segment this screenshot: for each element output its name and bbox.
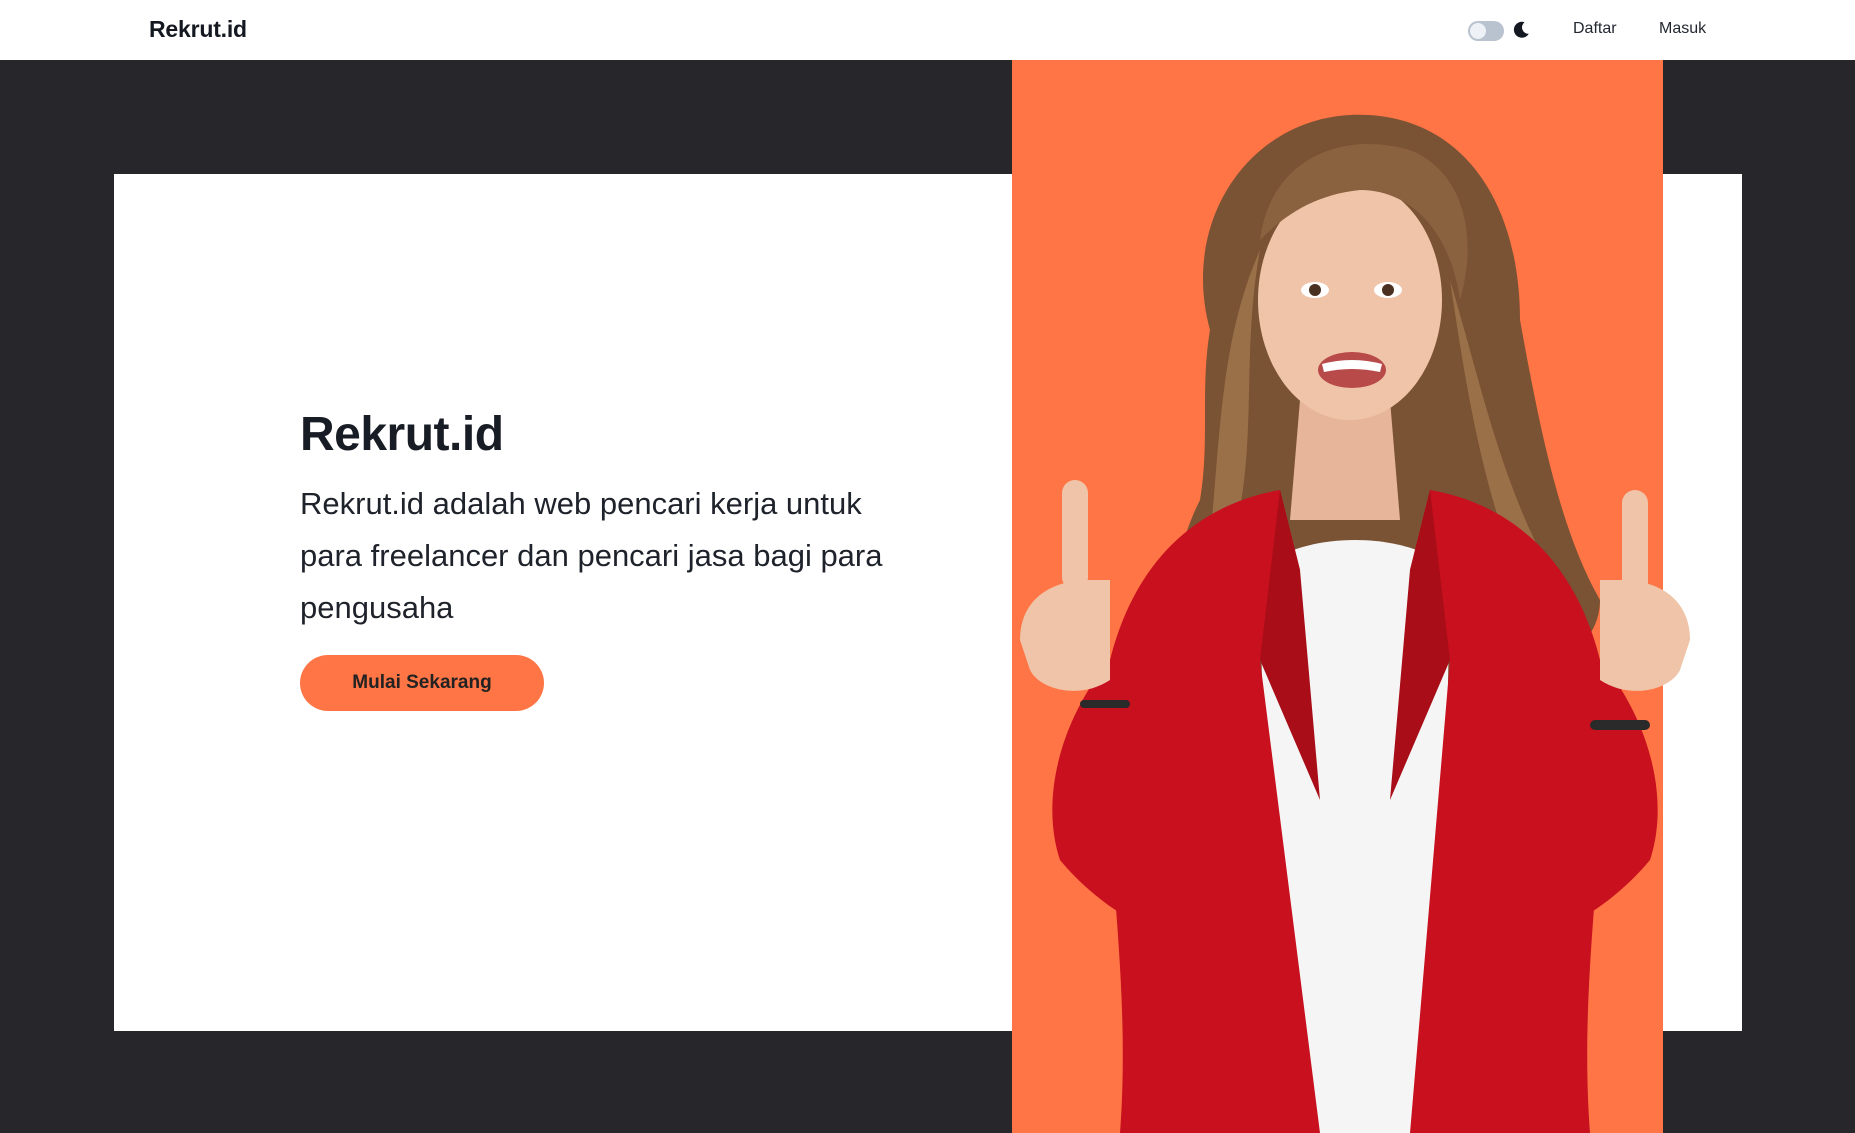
moon-icon[interactable] [1510, 19, 1532, 41]
hero-person-image [1020, 114, 1690, 1133]
theme-toggle-knob [1470, 23, 1486, 39]
hero-description: Rekrut.id adalah web pencari kerja untuk… [300, 486, 883, 625]
top-navbar: Rekrut.id Daftar Masuk [0, 0, 1855, 60]
start-now-button[interactable]: Mulai Sekarang [300, 655, 544, 711]
nav-link-masuk[interactable]: Masuk [1659, 20, 1706, 38]
nav-link-daftar[interactable]: Daftar [1573, 20, 1617, 38]
theme-toggle[interactable] [1468, 21, 1504, 41]
hero-title: Rekrut.id [300, 408, 504, 461]
brand-logo[interactable]: Rekrut.id [149, 16, 247, 43]
